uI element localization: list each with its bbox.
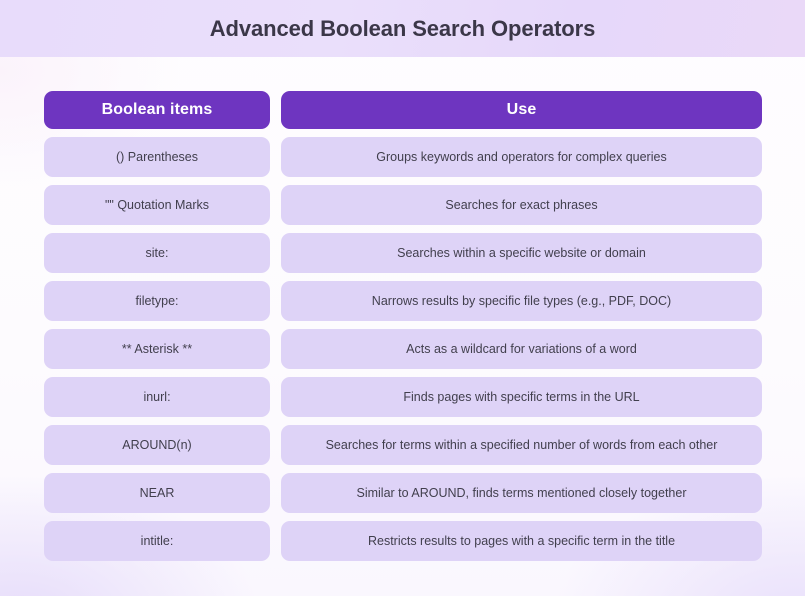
use-cell: Narrows results by specific file types (… <box>281 281 762 321</box>
table-row: site: Searches within a specific website… <box>44 233 762 273</box>
page-title: Advanced Boolean Search Operators <box>209 15 596 41</box>
table-header-row: Boolean items Use <box>44 91 762 129</box>
boolean-item-cell: site: <box>44 233 270 273</box>
table-row: filetype: Narrows results by specific fi… <box>44 281 762 321</box>
use-cell: Searches for exact phrases <box>281 185 762 225</box>
boolean-item-cell: inurl: <box>44 377 270 417</box>
boolean-item-cell: NEAR <box>44 473 270 513</box>
table-row: NEAR Similar to AROUND, finds terms ment… <box>44 473 762 513</box>
column-header-use: Use <box>281 91 762 129</box>
boolean-item-cell: "" Quotation Marks <box>44 185 270 225</box>
use-cell: Acts as a wildcard for variations of a w… <box>281 329 762 369</box>
column-header-boolean-items: Boolean items <box>44 91 270 129</box>
table-row: intitle: Restricts results to pages with… <box>44 521 762 561</box>
boolean-item-cell: intitle: <box>44 521 270 561</box>
use-cell: Groups keywords and operators for comple… <box>281 137 762 177</box>
table-row: AROUND(n) Searches for terms within a sp… <box>44 425 762 465</box>
boolean-item-cell: AROUND(n) <box>44 425 270 465</box>
use-cell: Searches for terms within a specified nu… <box>281 425 762 465</box>
use-cell: Similar to AROUND, finds terms mentioned… <box>281 473 762 513</box>
table-row: "" Quotation Marks Searches for exact ph… <box>44 185 762 225</box>
operators-table: Boolean items Use () Parentheses Groups … <box>44 91 762 561</box>
use-cell: Searches within a specific website or do… <box>281 233 762 273</box>
infographic-canvas: Advanced Boolean Search Operators Boolea… <box>0 0 805 596</box>
boolean-item-cell: ** Asterisk ** <box>44 329 270 369</box>
table-row: () Parentheses Groups keywords and opera… <box>44 137 762 177</box>
title-banner: Advanced Boolean Search Operators <box>0 0 805 57</box>
table-row: inurl: Finds pages with specific terms i… <box>44 377 762 417</box>
use-cell: Finds pages with specific terms in the U… <box>281 377 762 417</box>
boolean-item-cell: () Parentheses <box>44 137 270 177</box>
table-row: ** Asterisk ** Acts as a wildcard for va… <box>44 329 762 369</box>
boolean-item-cell: filetype: <box>44 281 270 321</box>
use-cell: Restricts results to pages with a specif… <box>281 521 762 561</box>
